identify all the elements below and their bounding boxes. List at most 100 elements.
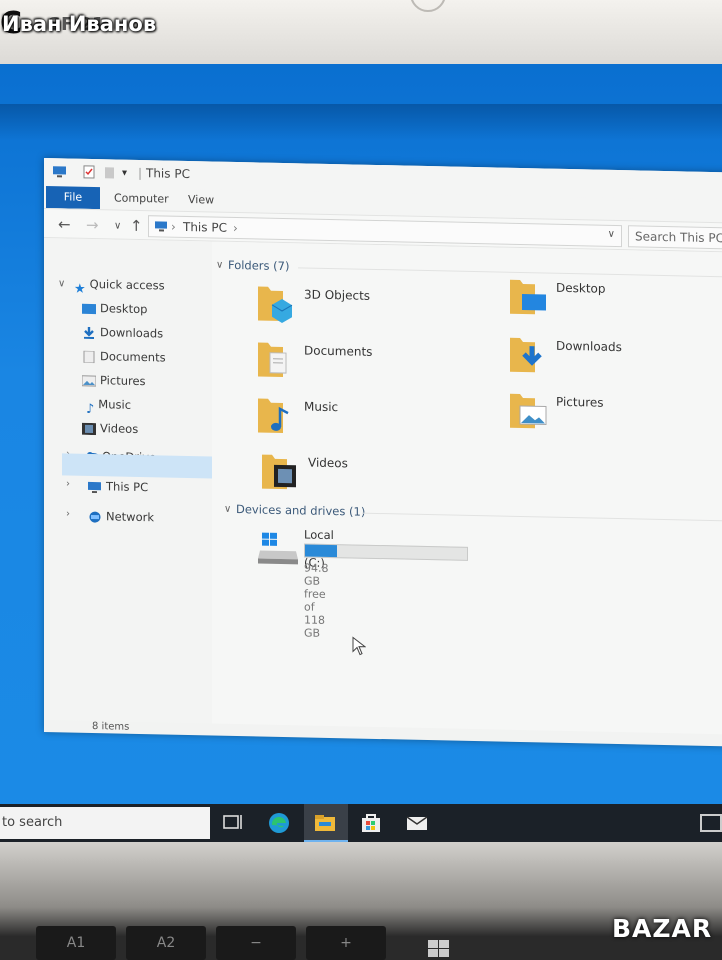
nav-quick-access[interactable]: ★ Quick access [74,273,165,297]
quick-access-expand-icon[interactable]: ∨ [58,278,65,289]
task-view-icon[interactable] [220,810,246,836]
tab-file[interactable]: File [46,186,100,210]
watermark-name: Иван Иванов [2,12,157,36]
videos-folder-icon [262,454,296,490]
downloads-folder-icon [510,337,542,373]
folder-label: Pictures [556,394,604,410]
file-explorer-window: ▾ | This PC File Computer View ← → ∨ ↑ ›… [44,158,722,747]
file-explorer-icon[interactable] [312,810,338,836]
nav-videos[interactable]: Videos [82,417,138,440]
taskbar-search-box[interactable]: to search [0,807,210,839]
customize-qa-chevron-icon[interactable]: ▾ [122,168,127,184]
nav-downloads[interactable]: Downloads 📌 [82,321,236,345]
folder-downloads[interactable]: Downloads [508,332,708,386]
mail-icon[interactable] [404,810,430,836]
folder-documents[interactable]: Documents [256,336,456,390]
folder-pictures[interactable]: Pictures [508,388,708,442]
watermark-brand: BAZAR [612,914,713,943]
nav-pictures-label: Pictures [100,373,146,389]
folder-videos[interactable]: Videos [260,449,460,503]
tab-view[interactable]: View [188,189,214,212]
nav-desktop[interactable]: Desktop 📌 [82,297,236,320]
network-icon [89,511,101,523]
breadcrumb-separator-icon: › [171,219,176,234]
this-pc-icon [53,166,66,178]
windows-key-icon[interactable] [426,936,452,960]
camera-lens [410,0,446,12]
back-arrow-icon[interactable]: ← [58,215,71,233]
key-a1[interactable]: A1 [36,926,116,960]
camera-bezel-top: C SF 21 Иван Иванов [0,0,722,64]
pictures-folder-icon [510,393,547,429]
nav-pictures[interactable]: Pictures 📌 [82,369,236,392]
forward-arrow-icon[interactable]: → [86,216,99,234]
breadcrumb-chevron-icon[interactable]: › [233,221,238,235]
3d-objects-icon [258,286,293,323]
edge-browser-icon[interactable] [266,810,292,836]
nav-documents[interactable]: Documents 📌 [82,345,236,369]
desktop-folder-icon [510,279,546,315]
drive-usage-fill [305,544,337,558]
pictures-icon [82,374,96,387]
properties-icon[interactable] [82,165,96,181]
folders-group-header[interactable]: Folders (7) [228,258,289,273]
network-expand-icon[interactable]: › [66,508,70,519]
local-disk-icon [258,532,298,565]
store-icon[interactable] [358,810,384,836]
recent-locations-chevron-icon[interactable]: ∨ [114,220,121,231]
this-pc-icon [88,481,101,493]
group-divider [362,512,722,522]
folder-label: Desktop [556,280,606,296]
nav-downloads-label: Downloads [100,325,164,341]
this-pc-icon [155,221,167,232]
window-title: This PC [146,166,190,182]
nav-this-pc-label: This PC [106,479,149,495]
taskbar: to search [0,804,722,842]
nav-music[interactable]: ♪ Music [82,393,131,416]
new-folder-icon[interactable] [104,165,116,181]
folder-3d-objects[interactable]: 3D Objects [256,280,456,334]
star-icon: ★ [74,281,86,297]
documents-icon [83,350,95,363]
breadcrumb-this-pc[interactable]: This PC [183,220,227,235]
folder-desktop[interactable]: Desktop [508,274,708,328]
this-pc-expand-icon[interactable]: › [66,478,70,489]
content-pane: ∨ Folders (7) 3D Objects Desktop Documen [212,241,722,735]
drive-free-space: 94.8 GB free of 118 GB [304,561,329,640]
up-arrow-icon[interactable]: ↑ [130,217,143,235]
nav-network[interactable]: Network [88,505,154,528]
nav-music-label: Music [98,397,132,412]
videos-icon [82,422,96,435]
key-a2[interactable]: A2 [126,926,206,960]
folder-label: Music [304,399,339,415]
title-divider: | [138,165,143,181]
folders-collapse-icon[interactable]: ∨ [216,260,223,271]
folder-label: Documents [304,343,373,359]
tab-computer[interactable]: Computer [114,187,169,210]
address-dropdown-icon[interactable]: ∨ [608,229,615,240]
folder-label: Videos [308,455,348,471]
nav-this-pc[interactable]: This PC [88,475,148,498]
nav-documents-label: Documents [100,349,166,365]
key-minus[interactable]: − [216,926,296,960]
navigation-pane: ∨ ★Quick access Desktop 📌 Downloads 📌 Do… [44,238,236,724]
downloads-icon [84,326,94,339]
music-icon: ♪ [86,401,95,417]
music-folder-icon [258,398,289,434]
nav-quick-access-label: Quick access [89,276,165,293]
item-count: 8 items [92,721,130,733]
screen-shadow [0,104,722,140]
nav-videos-label: Videos [100,421,139,436]
folder-label: 3D Objects [304,287,371,303]
key-plus[interactable]: + [306,926,386,960]
mouse-cursor-icon [352,636,366,656]
devices-group-header[interactable]: Devices and drives (1) [236,502,365,519]
devices-collapse-icon[interactable]: ∨ [224,504,231,515]
nav-desktop-label: Desktop [100,301,148,317]
selection-highlight [62,453,212,479]
search-input[interactable]: Search This PC [628,225,722,250]
desktop-screen: ▾ | This PC File Computer View ← → ∨ ↑ ›… [0,64,722,842]
action-center-icon[interactable] [700,814,722,832]
folder-music[interactable]: Music [256,392,456,446]
folder-label: Downloads [556,338,622,355]
